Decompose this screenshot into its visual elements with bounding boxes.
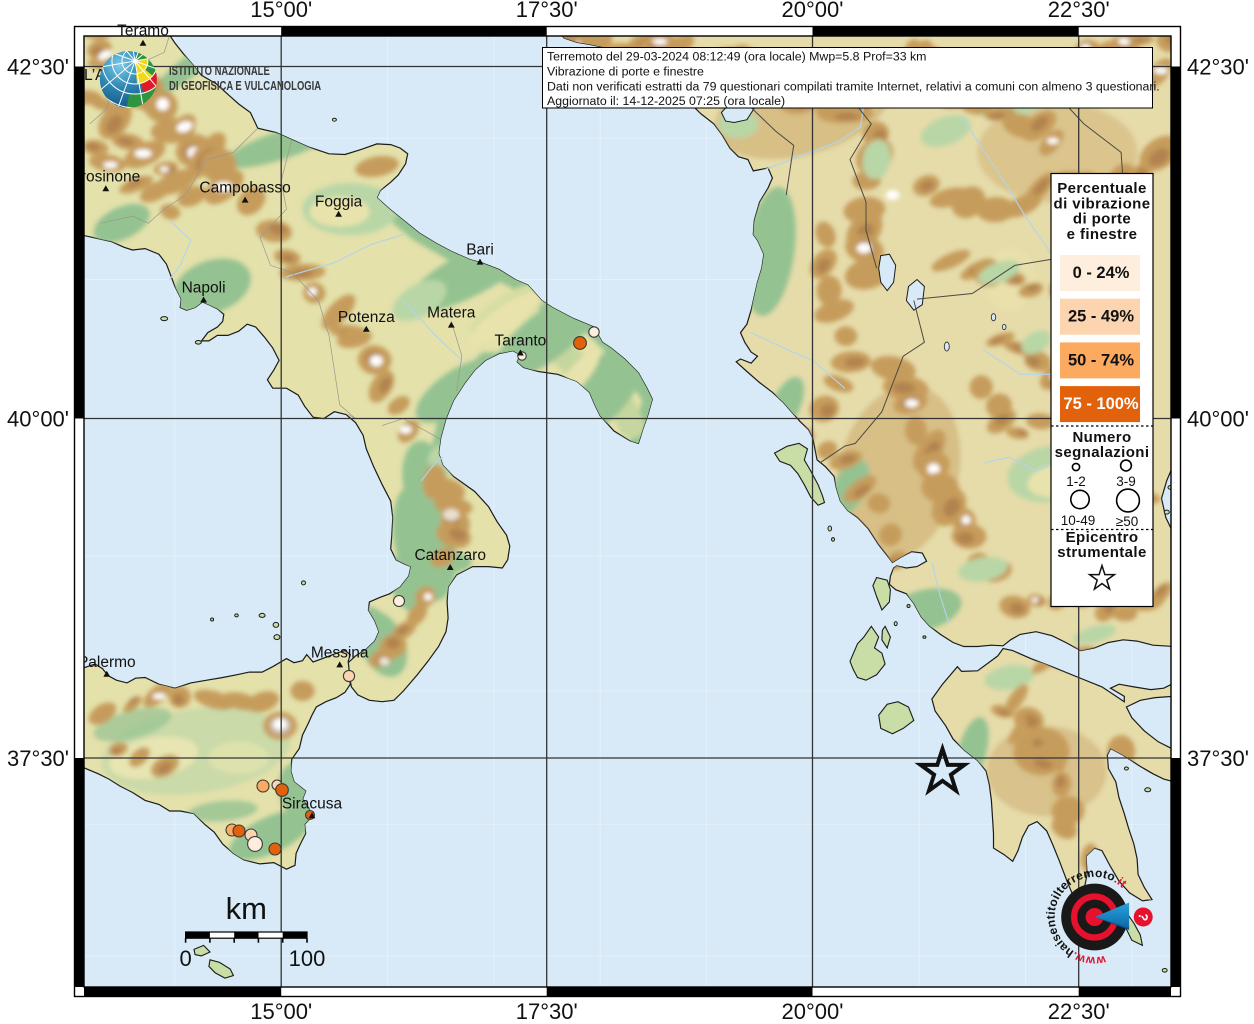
svg-text:Matera: Matera <box>427 305 476 322</box>
svg-text:22°30': 22°30' <box>1048 999 1110 1024</box>
svg-text:Napoli: Napoli <box>182 280 226 297</box>
svg-text:strumentale: strumentale <box>1057 544 1146 561</box>
svg-text:Aggiornato il: 14-12-2025 07:2: Aggiornato il: 14-12-2025 07:25 (ora loc… <box>547 94 785 108</box>
svg-text:50 - 74%: 50 - 74% <box>1068 351 1134 369</box>
svg-text:3-9: 3-9 <box>1116 474 1136 489</box>
svg-text:75 - 100%: 75 - 100% <box>1063 395 1139 413</box>
svg-text:Teramo: Teramo <box>117 23 169 40</box>
svg-text:42°30': 42°30' <box>7 55 69 80</box>
svg-text:ISTITUTO NAZIONALE: ISTITUTO NAZIONALE <box>169 65 270 79</box>
svg-text:40°00': 40°00' <box>1187 407 1249 432</box>
svg-text:Terremoto del 29-03-2024 08:12: Terremoto del 29-03-2024 08:12:49 (ora l… <box>547 50 926 64</box>
svg-text:0: 0 <box>179 946 191 971</box>
svg-text:15°00': 15°00' <box>250 0 312 22</box>
svg-text:20°00': 20°00' <box>782 999 844 1024</box>
svg-text:0 - 24%: 0 - 24% <box>1073 264 1130 282</box>
svg-text:Messina: Messina <box>311 644 369 661</box>
svg-text:Palermo: Palermo <box>78 654 136 671</box>
svg-text:Vibrazione di porte e finestre: Vibrazione di porte e finestre <box>547 64 704 78</box>
svg-text:Campobasso: Campobasso <box>199 180 290 197</box>
svg-text:17°30': 17°30' <box>516 0 578 22</box>
svg-text:km: km <box>226 891 267 926</box>
svg-text:37°30': 37°30' <box>7 746 69 771</box>
svg-text:22°30': 22°30' <box>1048 0 1110 22</box>
svg-text:segnalazioni: segnalazioni <box>1055 444 1150 461</box>
svg-text:Potenza: Potenza <box>338 309 395 326</box>
svg-text:42°30': 42°30' <box>1187 55 1249 80</box>
svg-text:≥50: ≥50 <box>1116 514 1138 529</box>
svg-text:Siracusa: Siracusa <box>282 795 343 812</box>
svg-text:25 - 49%: 25 - 49% <box>1068 308 1134 326</box>
svg-text:1-2: 1-2 <box>1066 474 1086 489</box>
svg-text:40°00': 40°00' <box>7 407 69 432</box>
svg-text:e finestre: e finestre <box>1067 226 1138 243</box>
svg-text:Foggia: Foggia <box>315 194 363 211</box>
svg-text:100: 100 <box>289 946 326 971</box>
svg-text:37°30': 37°30' <box>1187 746 1249 771</box>
svg-text:20°00': 20°00' <box>782 0 844 22</box>
svg-text:Taranto: Taranto <box>495 333 547 350</box>
svg-text:17°30': 17°30' <box>516 999 578 1024</box>
svg-text:Catanzaro: Catanzaro <box>414 547 486 564</box>
svg-text:10-49: 10-49 <box>1061 513 1096 528</box>
svg-text:Bari: Bari <box>466 242 494 259</box>
svg-text:Dati non verificati estratti d: Dati non verificati estratti da 79 quest… <box>547 79 1160 93</box>
svg-text:DI GEOFISICA E VULCANOLOGIA: DI GEOFISICA E VULCANOLOGIA <box>169 80 321 94</box>
svg-text:15°00': 15°00' <box>250 999 312 1024</box>
